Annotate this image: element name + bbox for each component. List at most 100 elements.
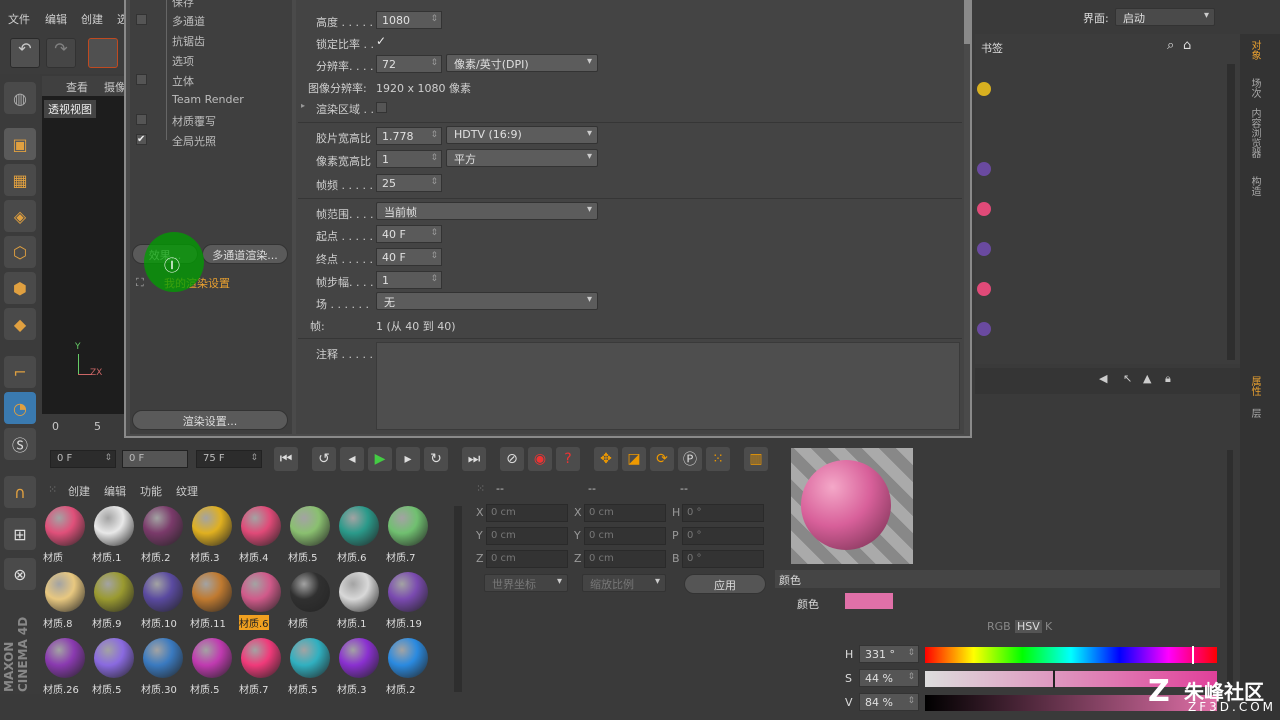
bookmarks-menu[interactable]: 书签 xyxy=(981,40,1003,56)
menu-file[interactable]: 文件 xyxy=(8,11,30,27)
position-key-icon[interactable]: ✥ xyxy=(594,447,618,471)
material-swatch[interactable]: 材质.19 xyxy=(385,570,431,632)
end-field[interactable]: 40 F xyxy=(376,248,442,266)
height-field[interactable]: 1080 xyxy=(376,11,442,29)
material-swatch[interactable]: 材质 xyxy=(287,570,333,632)
material-swatch[interactable]: 材质.7 xyxy=(238,636,284,698)
material-swatch[interactable]: 材质.1 xyxy=(336,570,382,632)
autokey-icon[interactable]: ◉ xyxy=(528,447,552,471)
rgb-mode-button[interactable]: RGB xyxy=(987,620,1011,633)
tree-item-stereo[interactable]: 立体 xyxy=(172,73,194,89)
hue-slider[interactable] xyxy=(925,646,1217,664)
material-swatch[interactable]: 材质 xyxy=(42,504,88,566)
render-settings-button[interactable]: 渲染设置... xyxy=(132,410,288,430)
h-value-field[interactable]: 331 ° xyxy=(859,645,919,663)
multipass-render-button[interactable]: 多通道渲染... xyxy=(202,244,288,264)
material-swatch[interactable]: 材质.10 xyxy=(140,570,186,632)
menu-edit[interactable]: 编辑 xyxy=(45,11,67,27)
tweak-icon[interactable]: ◔ xyxy=(4,392,36,424)
back-arrow-icon[interactable]: ◀ xyxy=(1099,372,1107,385)
v-value-field[interactable]: 84 % xyxy=(859,693,919,711)
coord-field[interactable]: 0 ° xyxy=(682,550,764,568)
material-tag-icon[interactable] xyxy=(977,282,991,296)
material-swatch[interactable]: 材质.7 xyxy=(385,504,431,566)
point-level-icon[interactable]: ⁙ xyxy=(706,447,730,471)
coord-field[interactable]: 0 cm xyxy=(584,504,666,522)
material-tag-icon[interactable] xyxy=(977,82,991,96)
start-field[interactable]: 40 F xyxy=(376,225,442,243)
fps-field[interactable]: 25 xyxy=(376,174,442,192)
rotation-key-icon[interactable]: ⟳ xyxy=(650,447,674,471)
saturation-slider-knob[interactable] xyxy=(1052,670,1055,688)
globe-icon[interactable]: ◍ xyxy=(4,82,36,114)
tree-item-antialiasing[interactable]: 抗锯齿 xyxy=(172,33,205,49)
material-swatch[interactable]: 材质.3 xyxy=(189,504,235,566)
preview-min-field[interactable]: 0 F xyxy=(122,450,188,468)
workplane-icon[interactable]: ◈ xyxy=(4,200,36,232)
mat-menu-create[interactable]: 创建 xyxy=(68,483,90,499)
material-swatch[interactable]: 材质.2 xyxy=(385,636,431,698)
go-to-start-icon[interactable]: ⏮ xyxy=(274,447,298,471)
menu-create[interactable]: 创建 xyxy=(81,11,103,27)
tab-content-browser[interactable]: 内容浏览器 xyxy=(1244,108,1262,158)
checkbox-global-illumination[interactable]: ✔ xyxy=(136,134,147,145)
render-region-checkbox[interactable] xyxy=(376,102,387,113)
edges-icon[interactable]: ⬢ xyxy=(4,272,36,304)
material-swatch[interactable]: 材质.5 xyxy=(287,636,333,698)
hue-slider-knob[interactable] xyxy=(1191,646,1194,664)
material-swatch[interactable]: 材质.9 xyxy=(91,570,137,632)
pixel-aspect-select[interactable]: 平方 xyxy=(446,149,598,167)
film-aspect-select[interactable]: HDTV (16:9) xyxy=(446,126,598,144)
material-swatch[interactable]: 材质.6 xyxy=(336,504,382,566)
material-swatch[interactable]: 材质.30 xyxy=(140,636,186,698)
tree-item-multipass[interactable]: 多通道 xyxy=(172,13,205,29)
next-key-icon[interactable]: ↻ xyxy=(424,447,448,471)
mat-menu-texture[interactable]: 纹理 xyxy=(176,483,198,499)
material-swatch[interactable]: 材质.6 xyxy=(238,570,284,632)
tree-item-save[interactable]: 保存 xyxy=(172,0,194,10)
tab-attributes[interactable]: 属性 xyxy=(1244,376,1262,396)
coord-field[interactable]: 0 cm xyxy=(584,550,666,568)
material-swatch[interactable]: 材质.8 xyxy=(42,570,88,632)
world-coords-select[interactable]: 世界坐标 xyxy=(484,574,568,592)
material-tag-icon[interactable] xyxy=(977,322,991,336)
tab-structure[interactable]: 构造 xyxy=(1244,176,1262,196)
material-swatch[interactable]: 材质.26 xyxy=(42,636,88,698)
kelvin-mode-button[interactable]: K xyxy=(1045,620,1052,633)
film-aspect-field[interactable]: 1.778 xyxy=(376,127,442,145)
material-swatch[interactable]: 材质.1 xyxy=(91,504,137,566)
home-icon[interactable]: ⌂ xyxy=(1183,38,1191,53)
camera-menu[interactable]: 摄像 xyxy=(104,79,126,95)
checkbox-stereo[interactable] xyxy=(136,74,147,85)
tree-item-options[interactable]: 选项 xyxy=(172,53,194,69)
material-swatch[interactable]: 材质.5 xyxy=(91,636,137,698)
go-to-end-icon[interactable]: ⏭ xyxy=(462,447,486,471)
tab-objects[interactable]: 对象 xyxy=(1244,40,1262,60)
tab-layers[interactable]: 层 xyxy=(1244,408,1262,418)
scheme-icon[interactable]: ▥ xyxy=(744,447,768,471)
s-value-field[interactable]: 44 % xyxy=(859,669,919,687)
triangle-icon[interactable]: ▲ xyxy=(1143,372,1151,385)
attribute-scrollbar[interactable] xyxy=(1227,450,1233,690)
expand-arrow-icon[interactable]: ▸ xyxy=(301,101,305,110)
object-scrollbar[interactable] xyxy=(1227,64,1235,360)
checkbox-material-override[interactable] xyxy=(136,114,147,125)
up-arrow-icon[interactable]: ↖ xyxy=(1123,372,1132,385)
resolution-field[interactable]: 72 xyxy=(376,55,442,73)
color-swatch[interactable] xyxy=(845,593,893,609)
texture-mode-icon[interactable]: ▦ xyxy=(4,164,36,196)
lock-icon[interactable]: 🔒︎ xyxy=(1165,372,1171,386)
field-select[interactable]: 无 xyxy=(376,292,598,310)
material-tag-icon[interactable] xyxy=(977,162,991,176)
coord-field[interactable]: 0 cm xyxy=(486,527,568,545)
step-field[interactable]: 1 xyxy=(376,271,442,289)
end-frame-field[interactable]: 75 F xyxy=(196,450,262,468)
points-icon[interactable]: ⬡ xyxy=(4,236,36,268)
dialog-scrollbar[interactable] xyxy=(964,0,970,44)
resolution-unit-select[interactable]: 像素/英寸(DPI) xyxy=(446,54,598,72)
material-scrollbar[interactable] xyxy=(454,506,462,692)
snap-icon[interactable]: Ⓢ xyxy=(4,428,36,460)
interface-select[interactable]: 启动 xyxy=(1115,8,1215,26)
live-selection-icon[interactable] xyxy=(88,38,118,68)
scale-mode-select[interactable]: 缩放比例 xyxy=(582,574,666,592)
